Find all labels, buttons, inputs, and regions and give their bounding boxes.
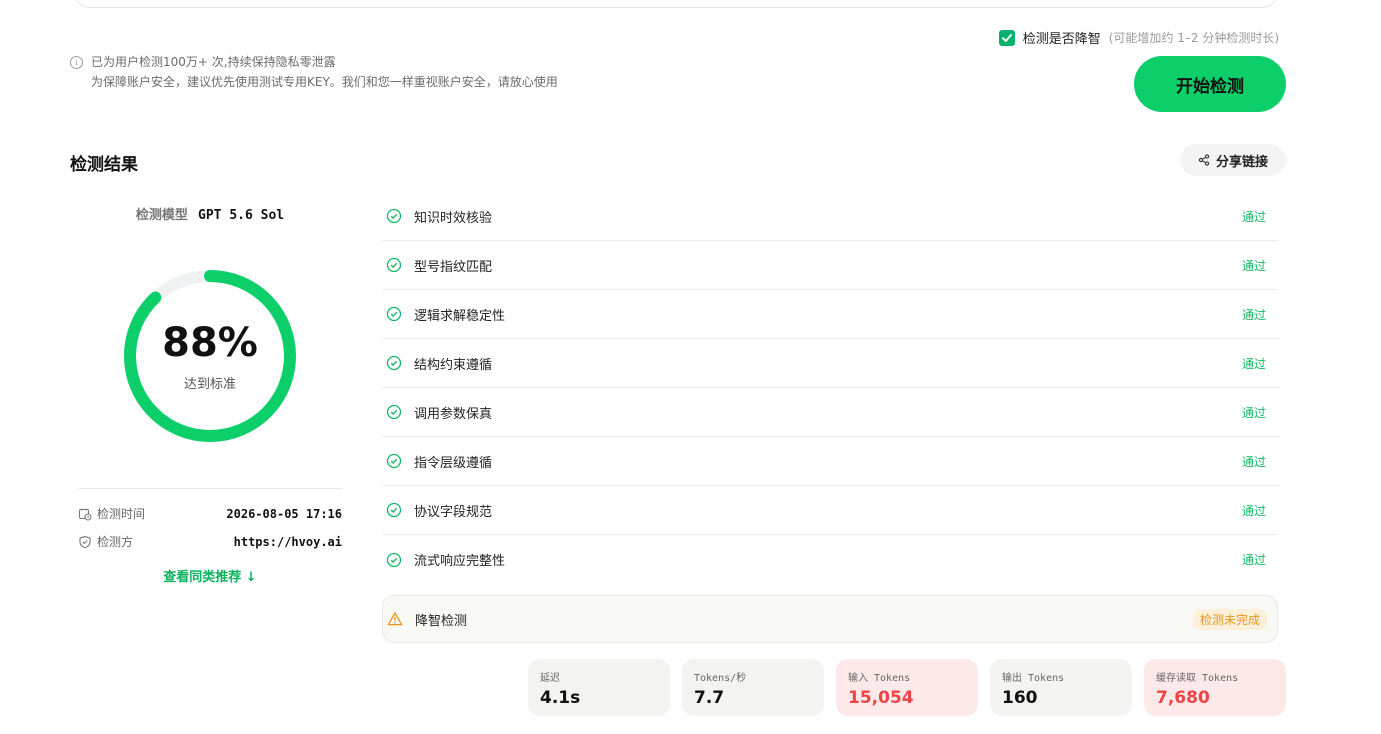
- check-row: 逻辑求解稳定性 通过: [382, 290, 1278, 339]
- results-title: 检测结果: [70, 155, 138, 175]
- check-status: 通过: [1241, 209, 1266, 224]
- check-name: 指令层级遵循: [414, 455, 493, 471]
- notice-line-1: 已为用户检测100万+ 次,持续保持隐私零泄露: [91, 55, 336, 69]
- check-status: 通过: [1241, 356, 1266, 371]
- degrade-check-name: 降智检测: [415, 613, 468, 629]
- check-name: 流式响应完整性: [414, 554, 506, 569]
- start-detection-button[interactable]: 开始检测: [1134, 56, 1286, 112]
- stat-label: 缓存读取 Tokens: [1156, 673, 1239, 684]
- score-caption: 达到标准: [183, 376, 236, 392]
- warning-icon: [387, 612, 403, 626]
- provider-value: https://hvoy.ai: [233, 534, 342, 549]
- check-row: 流式响应完整性 通过: [382, 535, 1278, 584]
- shield-check-icon: [79, 535, 91, 548]
- check-circle-icon: [386, 453, 402, 469]
- share-link-label: 分享链接: [1215, 154, 1268, 170]
- stat-value: 7,680: [1156, 688, 1210, 708]
- check-circle-icon: [386, 306, 402, 322]
- stat-card: 输入 Tokens 15,054: [836, 659, 978, 716]
- meta-time: 检测时间 2026-08-05 17:16: [78, 505, 342, 522]
- check-row: 型号指纹匹配 通过: [382, 241, 1278, 290]
- check-name: 型号指纹匹配: [414, 259, 493, 275]
- meta-provider: 检测方 https://hvoy.ai: [78, 533, 342, 550]
- model-label: 检测模型: [135, 208, 188, 223]
- divider: [78, 488, 342, 489]
- check-icon: [1001, 33, 1012, 42]
- check-circle-icon: [386, 355, 402, 371]
- degrade-option-hint: (可能增加约 1–2 分钟检测时长): [1108, 31, 1279, 45]
- stat-value: 7.7: [694, 688, 725, 708]
- model-value: GPT 5.6 Sol: [198, 208, 285, 223]
- check-circle-icon: [386, 404, 402, 420]
- privacy-notice: i 已为用户检测100万+ 次,持续保持隐私零泄露 为保障账户安全，建议优先使用…: [70, 52, 558, 92]
- time-label: 检测时间: [97, 507, 146, 521]
- stat-label: 输出 Tokens: [1002, 673, 1065, 684]
- similar-recommendations-link[interactable]: 查看同类推荐 ↓: [78, 566, 342, 585]
- check-status: 通过: [1241, 405, 1266, 420]
- stat-card: 输出 Tokens 160: [990, 659, 1132, 716]
- score-value: 88%: [162, 319, 258, 366]
- stat-label: 延迟: [540, 673, 560, 684]
- calendar-clock-icon: [78, 508, 92, 521]
- degrade-check-row: 降智检测 检测未完成: [382, 595, 1278, 643]
- check-status: 通过: [1241, 553, 1266, 567]
- check-circle-icon: [386, 502, 402, 518]
- stat-value: 15,054: [848, 688, 914, 708]
- notice-line-2: 为保障账户安全，建议优先使用测试专用KEY。我们和您一样重视账户安全，请放心使用: [91, 75, 558, 89]
- check-row: 协议字段规范 通过: [382, 486, 1278, 535]
- check-status: 通过: [1241, 454, 1266, 469]
- check-name: 结构约束遵循: [414, 357, 493, 373]
- check-name: 调用参数保真: [414, 406, 493, 422]
- model-line: 检测模型 GPT 5.6 Sol: [78, 204, 342, 223]
- share-link-button[interactable]: 分享链接: [1180, 144, 1286, 176]
- check-row: 结构约束遵循 通过: [382, 339, 1278, 388]
- check-name: 逻辑求解稳定性: [414, 308, 506, 324]
- degrade-option[interactable]: 检测是否降智 (可能增加约 1–2 分钟检测时长): [998, 28, 1279, 47]
- check-status: 通过: [1241, 503, 1266, 518]
- check-circle-icon: [386, 257, 402, 273]
- stat-label: 输入 Tokens: [848, 673, 911, 684]
- stat-value: 160: [1002, 688, 1038, 708]
- stat-card: 缓存读取 Tokens 7,680: [1144, 659, 1286, 716]
- time-value: 2026-08-05 17:16: [226, 506, 342, 521]
- degrade-option-label: 检测是否降智: [1022, 32, 1101, 47]
- gauge-center: 88% 达到标准: [122, 268, 298, 444]
- check-circle-icon: [386, 552, 402, 567]
- provider-label: 检测方: [97, 535, 134, 549]
- stat-label: Tokens/秒: [694, 673, 747, 684]
- check-row: 调用参数保真 通过: [382, 388, 1278, 437]
- api-key-input[interactable]: [72, 0, 1280, 8]
- check-list: 知识时效核验 通过 型号指纹匹配 通过 逻辑求解稳定性 通过 结构约束遵循 通过…: [382, 192, 1278, 584]
- info-icon: i: [70, 55, 83, 69]
- check-row: 知识时效核验 通过: [382, 192, 1278, 241]
- share-icon: [1198, 154, 1210, 166]
- check-name: 协议字段规范: [414, 504, 493, 520]
- check-circle-icon: [386, 208, 402, 224]
- check-row: 指令层级遵循 通过: [382, 437, 1278, 486]
- check-status: 通过: [1241, 307, 1266, 322]
- stats-bar: 延迟 4.1s Tokens/秒 7.7 输入 Tokens 15,054 输出…: [528, 659, 1286, 716]
- stat-value: 4.1s: [540, 688, 581, 708]
- check-status: 通过: [1241, 258, 1266, 273]
- degrade-check-status: 检测未完成: [1192, 608, 1267, 630]
- stat-card: Tokens/秒 7.7: [682, 659, 824, 716]
- degrade-checkbox[interactable]: [998, 29, 1015, 46]
- check-name: 知识时效核验: [414, 210, 493, 226]
- stat-card: 延迟 4.1s: [528, 659, 670, 716]
